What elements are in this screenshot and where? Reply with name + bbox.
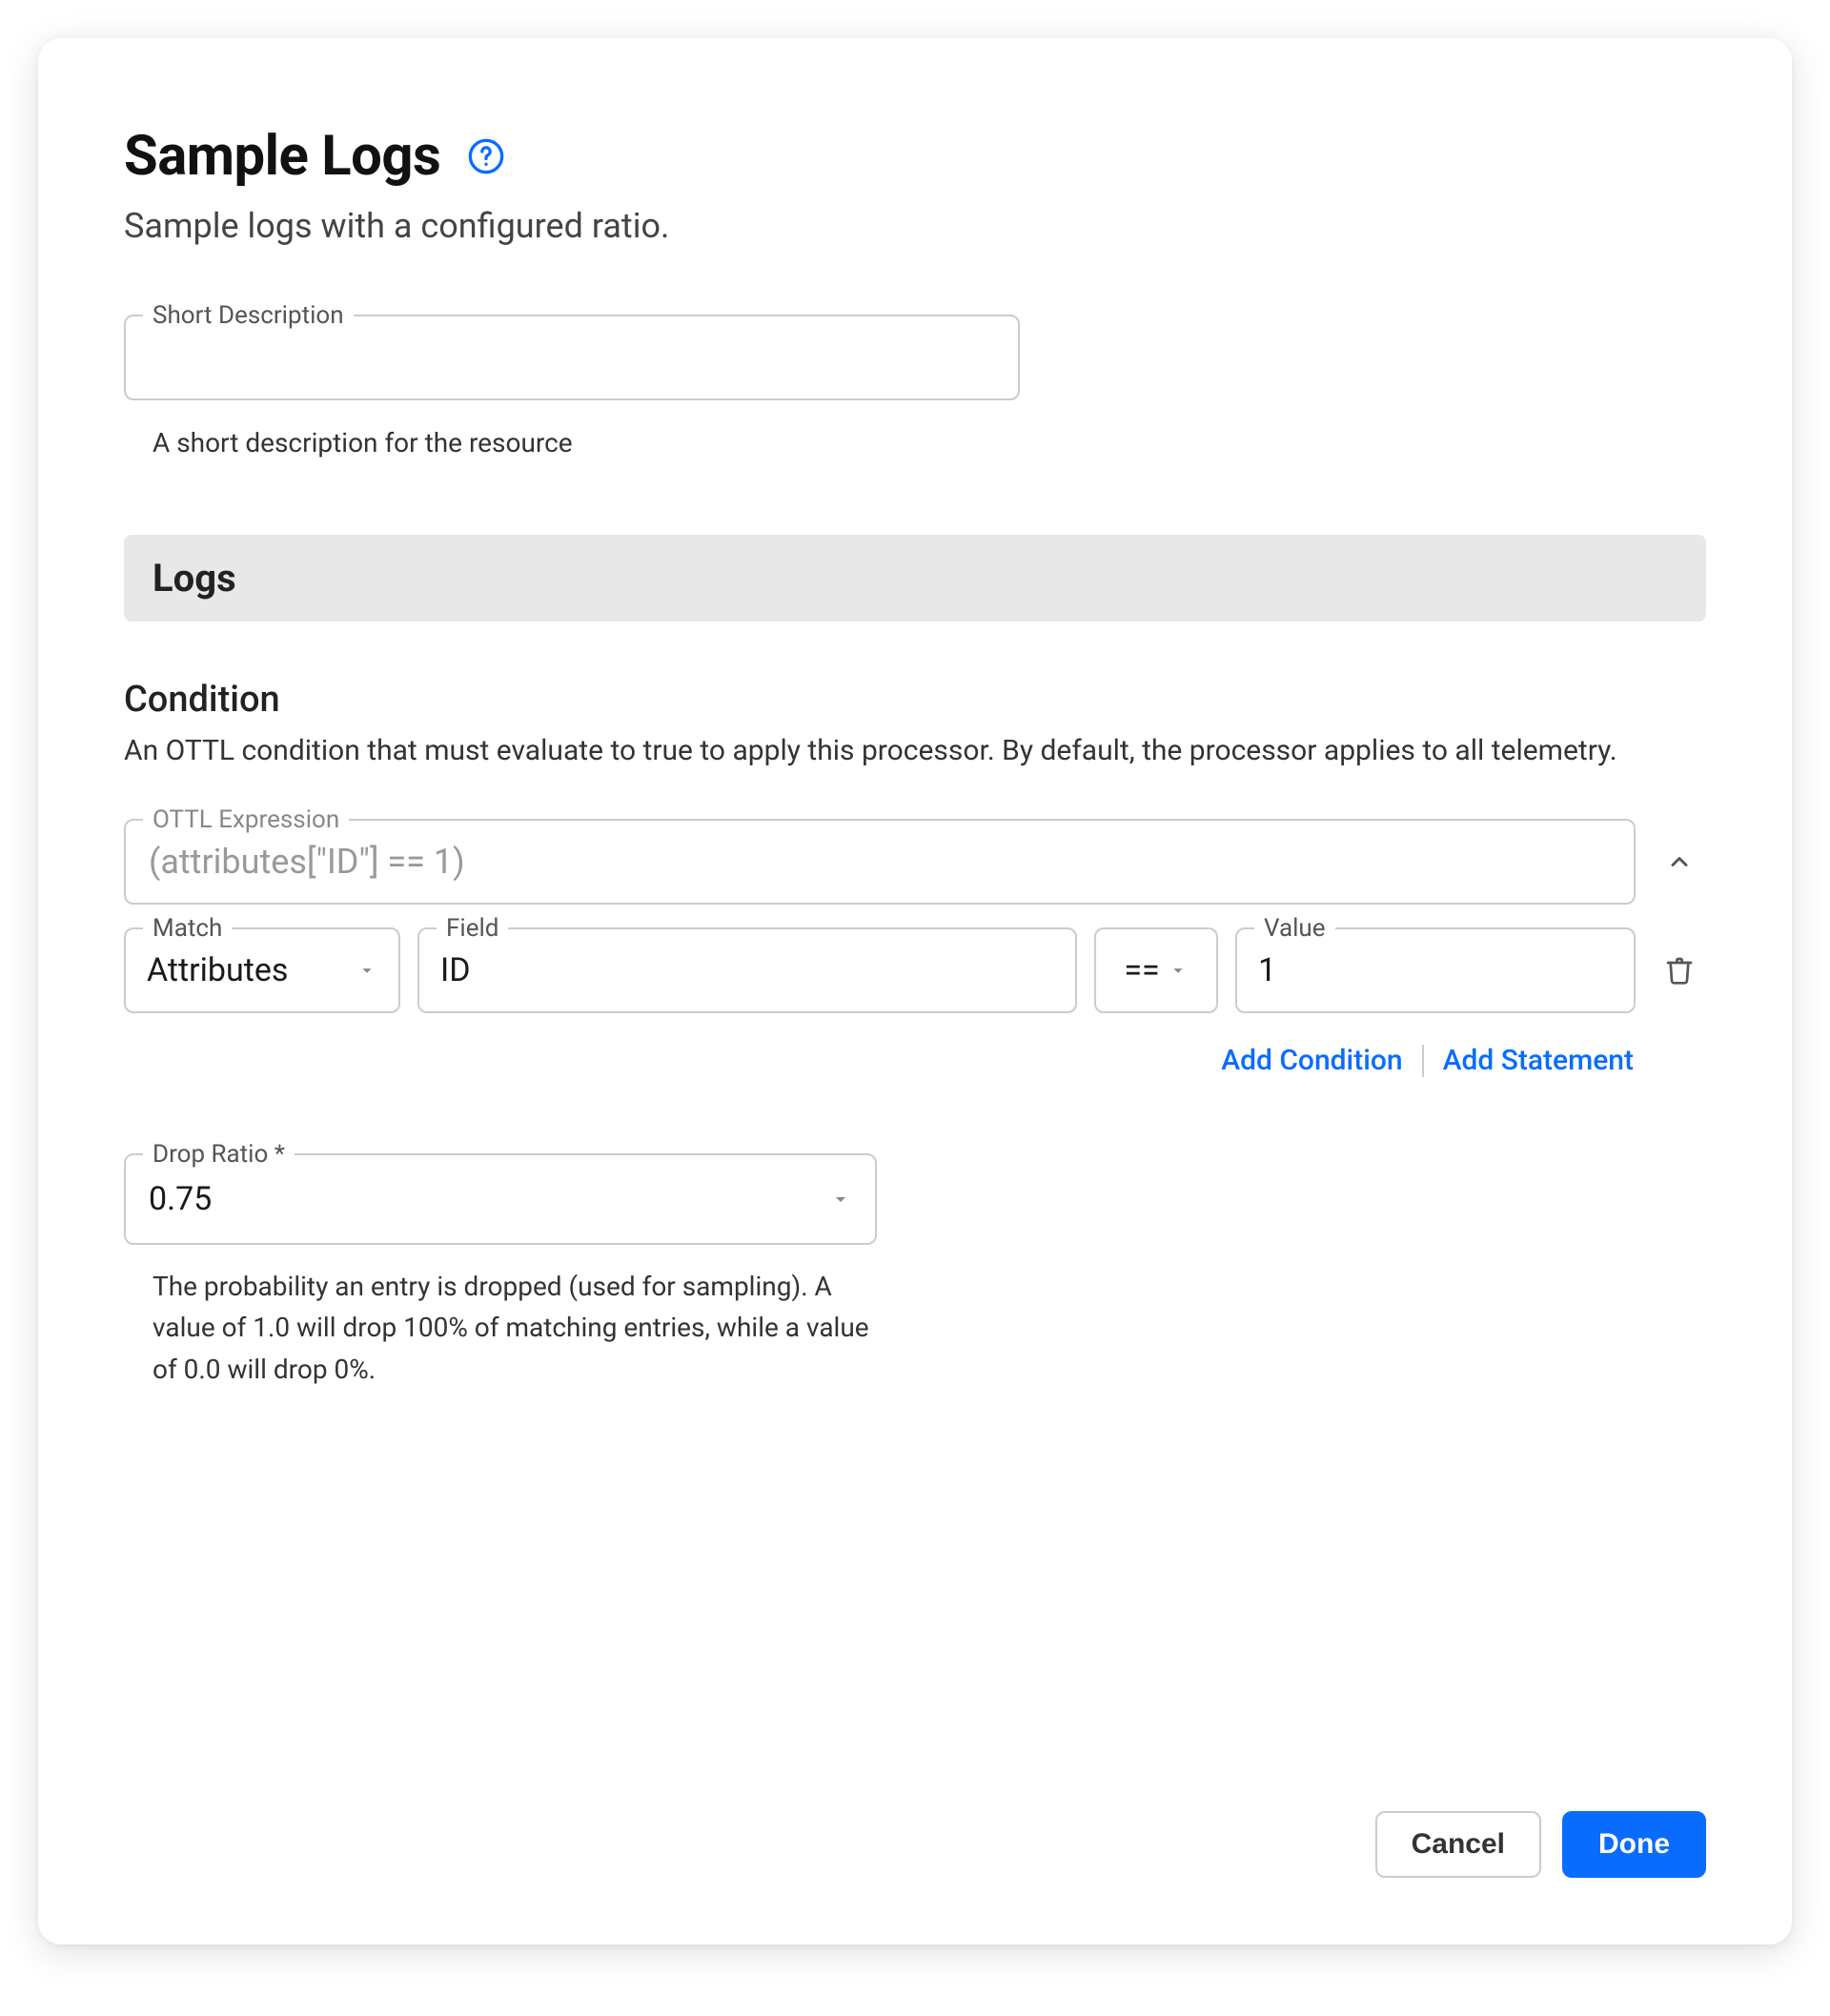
chevron-up-icon (1666, 848, 1693, 875)
cancel-button[interactable]: Cancel (1375, 1811, 1541, 1878)
operator-field: == (1094, 927, 1218, 1013)
add-condition-link[interactable]: Add Condition (1221, 1044, 1402, 1077)
done-button[interactable]: Done (1562, 1811, 1706, 1878)
value-label: Value (1254, 914, 1335, 943)
chevron-down-icon (829, 1188, 852, 1211)
page-title: Sample Logs (124, 124, 440, 189)
trash-icon (1664, 955, 1695, 986)
field-input[interactable] (440, 929, 1054, 1011)
ottl-expression-input[interactable] (124, 819, 1636, 905)
condition-title: Condition (124, 679, 1706, 721)
operator-value: == (1124, 951, 1159, 989)
logs-section-header: Logs (124, 535, 1706, 621)
ottl-expression-field: OTTL Expression (124, 819, 1636, 905)
drop-ratio-label: Drop Ratio * (143, 1140, 295, 1169)
short-description-field: Short Description (124, 315, 1706, 400)
field-label: Field (437, 914, 508, 943)
match-field: Match Attributes (124, 927, 400, 1013)
config-card: Sample Logs Sample logs with a configure… (38, 38, 1792, 1945)
help-icon[interactable] (467, 137, 505, 175)
chevron-down-icon (1168, 951, 1189, 989)
short-description-label: Short Description (143, 301, 354, 330)
condition-actions: Add Condition Add Statement (124, 1044, 1706, 1077)
page-subtitle: Sample logs with a configured ratio. (124, 206, 1706, 246)
footer-actions: Cancel Done (124, 1754, 1706, 1878)
chevron-down-icon (356, 960, 377, 981)
add-statement-link[interactable]: Add Statement (1443, 1044, 1634, 1077)
operator-select[interactable]: == (1094, 927, 1218, 1013)
match-label: Match (143, 914, 232, 943)
delete-condition-button[interactable] (1653, 927, 1706, 1013)
collapse-toggle[interactable] (1653, 819, 1706, 905)
header: Sample Logs (124, 124, 1706, 189)
condition-description: An OTTL condition that must evaluate to … (124, 734, 1706, 767)
short-description-helper: A short description for the resource (152, 427, 1706, 458)
field-field: Field (417, 927, 1077, 1013)
separator (1422, 1045, 1424, 1077)
condition-builder-row: Match Attributes Field == Valu (124, 927, 1706, 1013)
expression-row: OTTL Expression (124, 819, 1706, 905)
drop-ratio-helper: The probability an entry is dropped (use… (152, 1266, 877, 1390)
value-field: Value (1235, 927, 1636, 1013)
drop-ratio-field: Drop Ratio * 0.75 (124, 1153, 877, 1245)
match-value: Attributes (147, 951, 288, 989)
drop-ratio-value: 0.75 (149, 1180, 212, 1218)
ottl-expression-label: OTTL Expression (143, 805, 349, 834)
